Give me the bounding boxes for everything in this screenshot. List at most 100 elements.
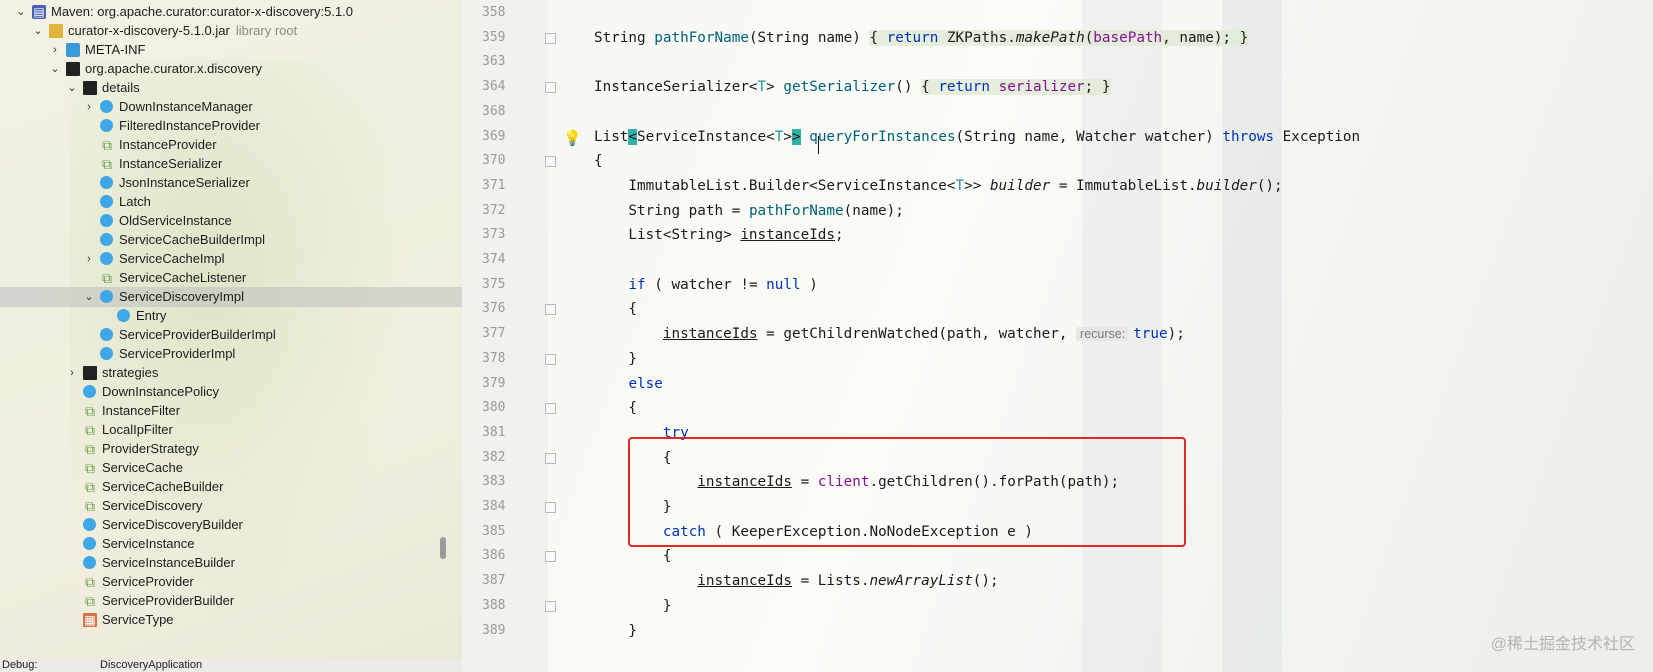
tree-item[interactable]: › ServiceCacheImpl [0, 249, 462, 269]
interface-icon: ⧉ [85, 460, 95, 476]
line-number: 363 [482, 54, 506, 70]
tree-item[interactable]: ⧉ LocalIpFilter [0, 420, 462, 440]
code-line[interactable]: instanceIds = Lists.newArrayList(); [594, 568, 998, 594]
tree-item[interactable]: ⧉ ProviderStrategy [0, 439, 462, 459]
tree-item[interactable]: ⧉ ServiceCacheBuilder [0, 477, 462, 497]
tree-item-label: org.apache.curator.x.discovery [85, 59, 262, 79]
tree-scrollbar[interactable] [440, 537, 446, 559]
tree-item-text: Maven: org.apache.curator:curator-x-disc… [51, 4, 354, 19]
tree-item-text: ServiceProviderBuilderImpl [119, 327, 276, 342]
fold-marker-icon[interactable] [545, 403, 556, 415]
tree-item[interactable]: ⌄ ▤ Maven: org.apache.curator:curator-x-di… [0, 2, 462, 22]
tree-item[interactable]: ⧉ InstanceSerializer [0, 154, 462, 174]
chevron-right-icon[interactable]: › [82, 97, 96, 117]
tree-item[interactable]: ⧉ ServiceProviderBuilder [0, 591, 462, 611]
code-line[interactable]: { [594, 395, 637, 421]
debug-run-tab[interactable]: DiscoveryApplication [100, 659, 202, 672]
tree-item[interactable]: ServiceProviderBuilderImpl [0, 325, 462, 345]
tree-item[interactable]: ⌄ details [0, 78, 462, 98]
line-number: 378 [482, 350, 506, 366]
line-number: 386 [482, 548, 506, 564]
interface-icon: ⧉ [85, 574, 95, 590]
fold-marker-icon[interactable] [545, 32, 556, 44]
tree-item[interactable]: ⧉ ServiceCacheListener [0, 268, 462, 288]
fold-marker-icon[interactable] [545, 502, 556, 513]
tree-item[interactable]: › strategies [0, 363, 462, 383]
tree-item[interactable]: ⧉ ServiceProvider [0, 572, 462, 592]
tree-item-text: ServiceType [102, 612, 174, 627]
code-line[interactable]: { [594, 148, 603, 174]
tree-item[interactable]: ⧉ InstanceFilter [0, 401, 462, 421]
line-number: 388 [482, 597, 506, 613]
intention-bulb-icon[interactable]: 💡 [563, 131, 582, 147]
code-line[interactable]: String path = pathForName(name); [594, 198, 903, 224]
chevron-down-icon[interactable]: ⌄ [14, 2, 28, 22]
code-line[interactable]: instanceIds = getChildrenWatched(path, w… [594, 321, 1185, 347]
tree-item[interactable]: ServiceInstance [0, 534, 462, 554]
tree-item-text: InstanceSerializer [119, 156, 223, 171]
chevron-down-icon[interactable]: ⌄ [31, 21, 45, 41]
tree-item[interactable]: ⌄ curator-x-discovery-5.1.0.jar library ro… [0, 21, 462, 41]
chevron-right-icon[interactable]: › [82, 249, 96, 269]
tree-item[interactable]: OldServiceInstance [0, 211, 462, 231]
tree-item[interactable]: ⧉ ServiceCache [0, 458, 462, 478]
tree-item[interactable]: DownInstancePolicy [0, 382, 462, 402]
tree-item[interactable]: ⌄ ServiceDiscoveryImpl [0, 287, 462, 307]
tree-item[interactable]: ⧉ ServiceDiscovery [0, 496, 462, 516]
tree-item[interactable]: › DownInstanceManager [0, 97, 462, 117]
fold-marker-icon[interactable] [545, 304, 556, 316]
tree-item-text: strategies [102, 365, 159, 380]
code-line[interactable]: } [594, 346, 637, 372]
tree-item[interactable]: ServiceDiscoveryBuilder [0, 515, 462, 535]
tree-item[interactable]: › META-INF [0, 40, 462, 60]
code-line[interactable]: List<String> instanceIds; [594, 222, 843, 248]
code-line[interactable]: } [594, 593, 672, 619]
tree-item-text: JsonInstanceSerializer [119, 175, 250, 190]
class-icon [100, 252, 113, 265]
code-line[interactable]: { [594, 296, 637, 322]
interface-icon: ⧉ [85, 479, 95, 495]
chevron-down-icon[interactable]: ⌄ [82, 287, 96, 307]
fold-marker-icon[interactable] [545, 353, 556, 365]
code-line[interactable]: InstanceSerializer<T> getSerializer() { … [594, 74, 1111, 100]
chevron-down-icon[interactable]: ⌄ [48, 59, 62, 79]
library-root-hint: library root [235, 23, 298, 38]
chevron-right-icon[interactable]: › [65, 363, 79, 383]
tree-item-text: InstanceFilter [102, 403, 181, 418]
chevron-down-icon[interactable]: ⌄ [65, 78, 79, 98]
fold-marker-icon[interactable] [545, 600, 556, 612]
chevron-right-icon[interactable]: › [48, 40, 62, 60]
line-number: 372 [482, 202, 506, 218]
code-line[interactable]: String pathForName(String name) { return… [594, 25, 1249, 51]
tree-item[interactable]: JsonInstanceSerializer [0, 173, 462, 193]
tree-item[interactable]: Entry [0, 306, 462, 326]
code-line[interactable]: else [594, 371, 662, 397]
code-line[interactable]: } [594, 618, 637, 644]
tree-item-label: DownInstanceManager [119, 97, 253, 117]
fold-marker-icon[interactable] [545, 156, 556, 168]
interface-icon: ⧉ [102, 270, 112, 286]
fold-marker-icon[interactable] [545, 452, 556, 464]
code-line[interactable]: ImmutableList.Builder<ServiceInstance<T>… [594, 173, 1282, 199]
tree-item-text: META-INF [85, 42, 146, 57]
tree-item-label: ServiceProviderImpl [119, 344, 235, 364]
tree-item-label: ServiceCacheImpl [119, 249, 225, 269]
fold-marker-icon[interactable] [545, 82, 556, 94]
code-line[interactable]: if ( watcher != null ) [594, 272, 817, 298]
tree-item[interactable]: FilteredInstanceProvider [0, 116, 462, 136]
tree-item-text: ServiceProviderBuilder [102, 593, 235, 608]
tree-item-label: LocalIpFilter [102, 420, 173, 440]
tree-item[interactable]: ServiceCacheBuilderImpl [0, 230, 462, 250]
fold-marker-icon[interactable] [545, 551, 556, 563]
tree-item[interactable]: ServiceInstanceBuilder [0, 553, 462, 573]
tree-item-label: ServiceDiscoveryBuilder [102, 515, 243, 535]
code-line[interactable]: { [594, 543, 672, 569]
tree-item[interactable]: ⌄ org.apache.curator.x.discovery [0, 59, 462, 79]
tree-item[interactable]: ⧉ InstanceProvider [0, 135, 462, 155]
tree-item[interactable]: ServiceProviderImpl [0, 344, 462, 364]
tree-item[interactable]: Latch [0, 192, 462, 212]
line-number: 381 [482, 424, 506, 440]
code-line[interactable]: List<ServiceInstance<T>> queryForInstanc… [594, 124, 1360, 150]
package-icon [83, 81, 97, 95]
tree-item[interactable]: ▦ ServiceType [0, 610, 462, 630]
